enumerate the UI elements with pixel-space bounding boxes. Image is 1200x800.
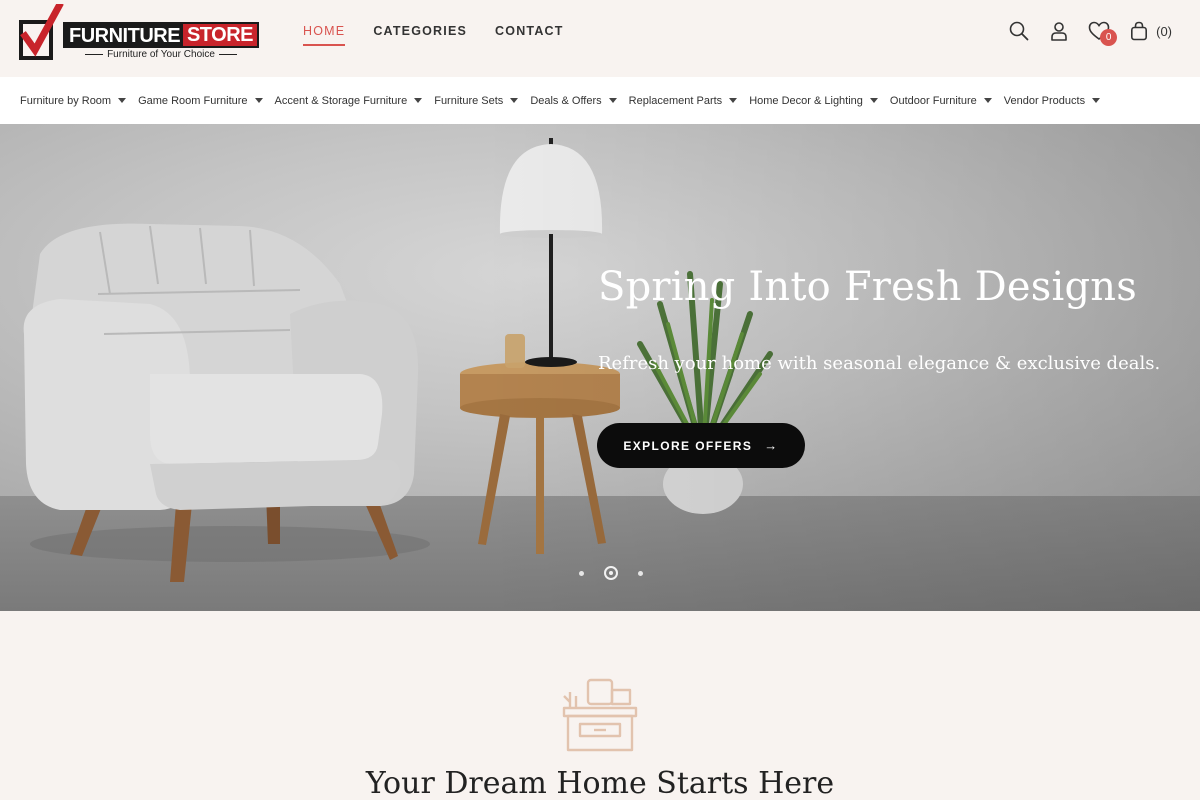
hero-subtitle: Refresh your home with seasonal elegance… (598, 353, 1161, 374)
category-furniture-sets[interactable]: Furniture Sets (434, 94, 519, 107)
category-label: Furniture Sets (434, 94, 504, 107)
explore-offers-button[interactable]: EXPLORE OFFERS → (597, 423, 805, 468)
category-label: Game Room Furniture (138, 94, 248, 107)
store-logo[interactable]: FURNITURE STORE Furniture of Your Choice (19, 4, 259, 62)
caret-down-icon (869, 98, 878, 103)
caret-down-icon (414, 98, 423, 103)
arrow-right-icon: → (764, 438, 779, 453)
category-label: Home Decor & Lighting (749, 94, 863, 107)
category-replacement-parts[interactable]: Replacement Parts (629, 95, 738, 107)
cart-count[interactable]: (0) (1156, 24, 1172, 39)
user-icon (1051, 22, 1067, 41)
nav-categories[interactable]: CATEGORIES (373, 24, 467, 46)
logo-text-furniture: FURNITURE (69, 25, 181, 47)
account-button[interactable] (1048, 20, 1070, 42)
explore-offers-label: EXPLORE OFFERS (623, 438, 753, 453)
carousel-dot-3[interactable] (638, 570, 643, 576)
caret-down-icon (510, 98, 519, 103)
category-accent-storage-furniture[interactable]: Accent & Storage Furniture (275, 95, 423, 107)
search-button[interactable] (1008, 20, 1030, 42)
section-title: Your Dream Home Starts Here (365, 766, 835, 800)
category-home-decor-lighting[interactable]: Home Decor & Lighting (749, 95, 878, 107)
category-outdoor-furniture[interactable]: Outdoor Furniture (890, 95, 992, 107)
nav-home[interactable]: HOME (303, 24, 346, 46)
wishlist-count-badge: 0 (1100, 29, 1118, 46)
category-label: Vendor Products (1003, 94, 1086, 107)
hero-banner: Spring Into Fresh Designs Refresh your h… (0, 124, 1200, 611)
carousel-dot-1[interactable] (579, 570, 584, 576)
cart-button[interactable] (1128, 20, 1150, 42)
nav-contact[interactable]: CONTACT (495, 24, 564, 46)
category-label: Outdoor Furniture (889, 94, 977, 107)
category-deals-offers[interactable]: Deals & Offers (530, 94, 617, 107)
logo-text-store: STORE (182, 24, 257, 46)
category-label: Furniture by Room (20, 94, 112, 107)
category-label: Replacement Parts (628, 94, 723, 107)
carousel-pagination (569, 566, 653, 580)
category-furniture-by-room[interactable]: Furniture by Room (20, 94, 127, 107)
wishlist-button[interactable]: 0 (1088, 20, 1118, 46)
category-vendor-products[interactable]: Vendor Products (1003, 94, 1101, 107)
caret-down-icon (118, 98, 127, 103)
header-actions: 0 (0) (990, 20, 1172, 46)
caret-down-icon (1092, 98, 1101, 103)
search-icon (1009, 21, 1029, 41)
category-navigation: Furniture by Room Game Room Furniture Ac… (0, 77, 1200, 124)
carousel-dot-2[interactable] (604, 566, 618, 580)
caret-down-icon (729, 98, 738, 103)
category-label: Deals & Offers (530, 94, 602, 107)
checkmark-logo-icon (19, 4, 64, 60)
logo-wordmark: FURNITURE STORE (63, 22, 259, 48)
shopping-bag-icon (1131, 21, 1148, 41)
main-navigation: HOME CATEGORIES CONTACT (303, 24, 592, 46)
category-label: Accent & Storage Furniture (274, 94, 408, 107)
caret-down-icon (983, 98, 992, 103)
caret-down-icon (608, 98, 617, 103)
hero-title: Spring Into Fresh Designs (598, 264, 1137, 310)
category-game-room-furniture[interactable]: Game Room Furniture (138, 94, 263, 107)
desk-icon (562, 678, 638, 752)
site-header: FURNITURE STORE Furniture of Your Choice… (0, 0, 1200, 77)
caret-down-icon (254, 98, 263, 103)
logo-tagline: Furniture of Your Choice (63, 49, 259, 60)
